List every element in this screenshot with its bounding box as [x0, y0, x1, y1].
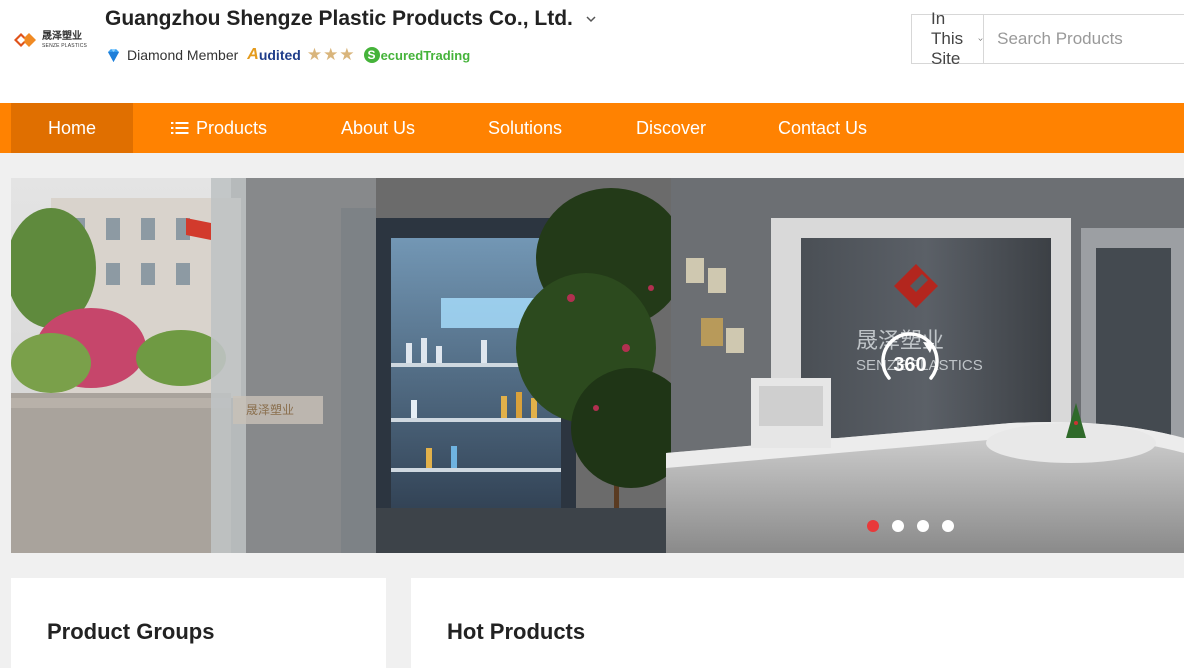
nav-contact-us-label: Contact Us [778, 117, 868, 138]
site-search: In This Site [911, 9, 1184, 68]
audited-label: udited [258, 47, 301, 63]
company-name-dropdown[interactable]: Guangzhou Shengze Plastic Products Co., … [105, 7, 597, 31]
chevron-down-icon [586, 16, 596, 23]
search-input[interactable] [984, 15, 1184, 63]
supplier-badges: Diamond Member Audited ★★★ SecuredTradin… [105, 44, 470, 66]
nav-home-label: Home [47, 117, 96, 138]
carousel-dot-2[interactable] [892, 520, 904, 532]
nav-contact-us[interactable]: Contact Us [778, 103, 867, 153]
chevron-down-icon [978, 37, 983, 41]
nav-discover[interactable]: Discover [636, 103, 706, 153]
site-header: 晟泽塑业 SENZE PLASTICS Guangzhou Shengze Pl… [0, 0, 1184, 103]
door-logo-text: 晟泽塑业 [246, 402, 294, 417]
hot-products-card: Hot Products [411, 578, 1184, 668]
carousel-pagination [867, 520, 967, 532]
secured-s-icon: S [363, 47, 380, 63]
hero-banner-carousel[interactable]: 晟泽塑业 晟泽塑业 SENZE PLASTICS 360 [11, 178, 1184, 553]
company-name: Guangzhou Shengze Plastic Products Co., … [105, 7, 573, 30]
logo-mark-icon [14, 33, 36, 47]
nav-home[interactable]: Home [11, 103, 133, 153]
nav-about-us[interactable]: About Us [341, 103, 415, 153]
nav-about-us-label: About Us [341, 117, 416, 138]
main-nav: Home Products About Us Solutions Discove… [0, 103, 1184, 153]
product-groups-title: Product Groups [47, 619, 215, 644]
product-groups-card: Product Groups [11, 578, 386, 668]
logo-cn-text: 晟泽塑业 [42, 30, 82, 42]
carousel-dot-3[interactable] [917, 520, 929, 532]
audited-a-icon: A [247, 46, 259, 63]
secured-trading-badge[interactable]: SecuredTrading [363, 47, 471, 63]
secured-trading-label: ecuredTrading [380, 47, 471, 63]
search-scope-select[interactable]: In This Site [912, 9, 985, 68]
membership-label: Diamond Member [127, 47, 239, 63]
list-menu-icon [171, 122, 189, 134]
rating-stars: ★★★ [306, 45, 356, 64]
nav-products[interactable]: Products [171, 103, 267, 153]
panorama-360-label: 360 [893, 354, 926, 376]
hot-products-title: Hot Products [447, 619, 586, 644]
nav-discover-label: Discover [636, 117, 707, 138]
diamond-icon [108, 48, 119, 62]
carousel-dot-4[interactable] [942, 520, 954, 532]
nav-solutions[interactable]: Solutions [488, 103, 562, 153]
search-scope-label: In This Site [931, 9, 964, 68]
logo-en-text: SENZE PLASTICS [42, 42, 88, 49]
audited-badge[interactable]: Audited [247, 46, 301, 64]
panorama-showroom-image: 晟泽塑业 晟泽塑业 SENZE PLASTICS [11, 178, 1184, 553]
company-logo[interactable]: 晟泽塑业 SENZE PLASTICS [10, 24, 88, 56]
carousel-dot-1[interactable] [867, 520, 879, 532]
nav-products-label: Products [196, 117, 268, 138]
panorama-360-icon[interactable]: 360 [877, 330, 943, 396]
nav-solutions-label: Solutions [488, 117, 563, 138]
